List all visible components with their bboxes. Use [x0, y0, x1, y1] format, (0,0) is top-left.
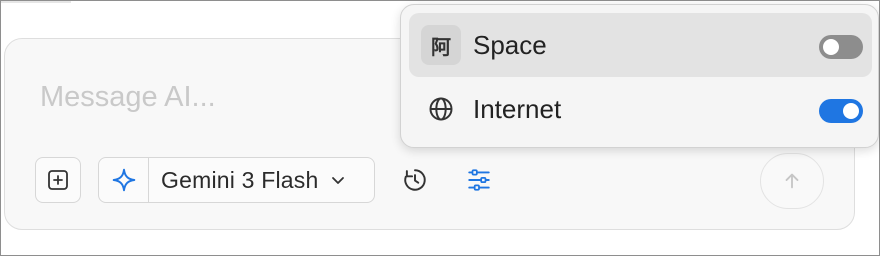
model-label: Gemini 3 Flash [161, 166, 319, 193]
space-icon: 阿 [421, 25, 461, 65]
top-edge [1, 1, 71, 3]
message-input[interactable] [38, 74, 372, 120]
menu-item-space[interactable]: 阿 Space [409, 13, 872, 77]
menu-item-label: Internet [473, 94, 562, 124]
source-menu: 阿 Space Internet [400, 4, 879, 148]
toggle-knob [823, 39, 839, 55]
toggle-knob [843, 103, 859, 119]
arrow-up-icon [785, 173, 799, 189]
send-button[interactable] [760, 153, 824, 209]
settings-sliders-button[interactable] [462, 163, 496, 197]
sliders-icon [468, 169, 490, 191]
chevron-down-icon [332, 177, 345, 184]
history-button[interactable] [398, 163, 432, 197]
model-dropdown[interactable]: Gemini 3 Flash [149, 158, 374, 202]
menu-item-internet[interactable]: Internet [409, 77, 872, 141]
plus-square-icon [48, 170, 68, 190]
internet-toggle[interactable] [819, 99, 863, 123]
globe-icon [421, 89, 461, 129]
history-clock-icon [404, 169, 426, 191]
model-selector: Gemini 3 Flash [98, 157, 375, 203]
sparkle-icon [112, 168, 135, 192]
model-sparkle-button[interactable] [99, 158, 149, 202]
space-toggle[interactable] [819, 35, 863, 59]
menu-item-label: Space [473, 30, 547, 60]
add-attachment-button[interactable] [35, 157, 81, 203]
